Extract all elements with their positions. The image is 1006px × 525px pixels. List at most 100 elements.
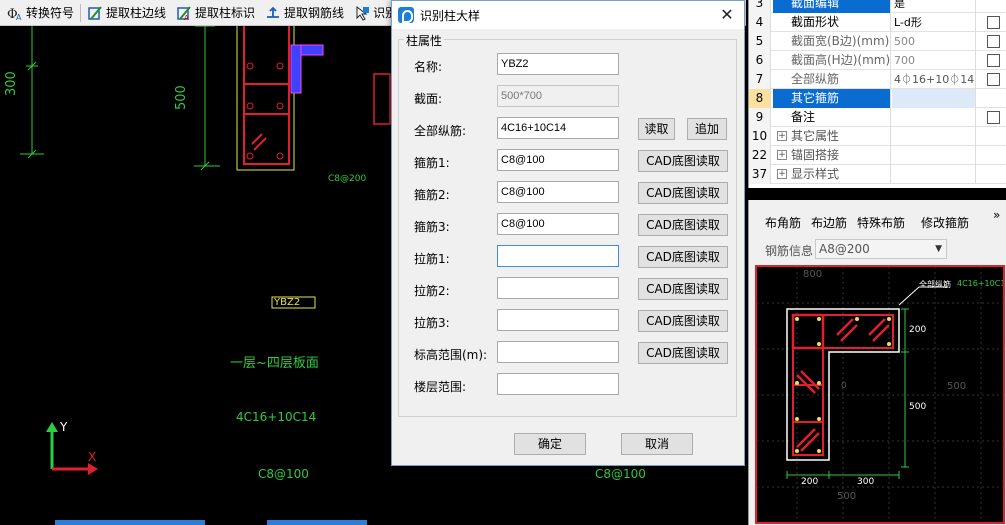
preview-center-zero: 0 [841,381,847,391]
row-number: 6 [749,51,771,70]
property-value[interactable]: 是 [892,0,976,13]
property-group-display[interactable]: 37 + 显示样式 [749,165,1006,184]
property-value[interactable]: 4⏀16+10⏀14 [892,70,976,89]
property-row-6[interactable]: 6 截面高(H边)(mm) 700 [749,51,1006,70]
append-button[interactable]: 追加 [687,118,727,140]
tie1-cad-read-button[interactable]: CAD底图读取 [638,246,728,268]
property-row-7[interactable]: 7 全部纵筋 4⏀16+10⏀14 [749,70,1006,89]
stirrup1-input[interactable]: C8@100 [497,149,619,171]
property-grid: 3 截面编辑 是 4 截面形状 L-d形 5 截面宽(B边)(mm) 500 6… [748,0,1006,188]
close-icon[interactable]: ✕ [718,6,736,24]
read-button[interactable]: 读取 [638,118,675,140]
preview-dim-200-right: 200 [909,325,927,335]
dialog-titlebar[interactable]: 识别柱大样 ✕ [392,1,744,29]
recognize-column-dialog: 识别柱大样 ✕ 柱属性 名称: YBZ2 截面: 500*700 全部纵筋: 4… [391,0,745,466]
row-number: 10 [749,127,771,146]
tie2-cad-read-button[interactable]: CAD底图读取 [638,278,728,300]
tie2-input[interactable] [497,277,619,299]
stirrup1-cad-read-button[interactable]: CAD底图读取 [638,150,728,172]
property-name: 截面形状 [773,13,891,32]
tab-corner-rebar[interactable]: 布角筋 [765,214,801,231]
rebar-info-label: 钢筋信息 [765,244,814,258]
tie3-input[interactable] [497,309,619,331]
expand-icon[interactable]: + [777,169,787,179]
rebar-info-value: A8@200 [819,242,870,256]
property-name: 截面高(H边)(mm) [773,51,891,70]
stirrup2-cad-read-button[interactable]: CAD底图读取 [638,182,728,204]
toolbar-separator [80,3,82,22]
stirrup3-input[interactable]: C8@100 [497,213,619,235]
row-number: 37 [749,165,771,184]
property-value[interactable]: 700 [892,51,976,70]
property-name: + 显示样式 [773,165,891,184]
property-row-8[interactable]: 8 其它箍筋 [749,89,1006,108]
property-group-other[interactable]: 10 + 其它属性 [749,127,1006,146]
stirrup3-cad-read-button[interactable]: CAD底图读取 [638,214,728,236]
property-value[interactable] [892,108,976,127]
property-row-4[interactable]: 4 截面形状 L-d形 [749,13,1006,32]
stirrup-c8-200-text: C8@200 [328,174,367,184]
property-value [892,127,976,146]
property-value[interactable]: L-d形 [892,13,976,32]
property-value[interactable]: 500 [892,32,976,51]
section-preview-canvas[interactable]: 800 全部纵筋 4C16+10C14 200 500 500 0 200 30… [755,265,1005,524]
preview-all-rebar-label: 全部纵筋 [919,280,951,289]
elevation-cad-read-button[interactable]: CAD底图读取 [638,342,728,364]
floor-range-text: 一层~四层板面 [230,356,319,371]
tie1-input[interactable] [497,245,619,267]
name-input[interactable]: YBZ2 [497,53,619,75]
extract-column-label-label: 提取柱标识 [195,6,256,20]
property-row-5[interactable]: 5 截面宽(B边)(mm) 500 [749,32,1006,51]
floor-range-label: 楼层范围: [414,380,467,394]
tab-edge-rebar[interactable]: 布边筋 [811,214,847,231]
all-long-rebar-input[interactable]: 4C16+10C14 [497,117,619,139]
tie3-cad-read-button[interactable]: CAD底图读取 [638,310,728,332]
section-input[interactable]: 500*700 [497,85,619,107]
property-checkbox[interactable] [987,16,1000,29]
stirrup-c8-100-left-text: C8@100 [258,467,309,481]
convert-symbol-button[interactable]: ΦA 转换符号 [2,2,79,24]
convert-symbol-icon: ΦA [7,5,23,22]
expand-icon[interactable]: + [777,150,787,160]
more-tabs-icon[interactable]: » [993,208,1000,222]
property-checkbox[interactable] [987,35,1000,48]
bottom-tab-1[interactable] [55,520,205,525]
cancel-button[interactable]: 取消 [621,433,693,455]
property-checkbox[interactable] [987,54,1000,67]
extract-column-edge-button[interactable]: 提取柱边线 [82,2,171,24]
property-checkbox[interactable] [987,111,1000,124]
property-row-3[interactable]: 3 截面编辑 是 [749,0,1006,13]
chevron-down-icon: ▼ [935,244,942,254]
property-row-9[interactable]: 9 备注 [749,108,1006,127]
extract-rebar-line-label: 提取钢筋线 [284,6,345,20]
property-group-anchorage[interactable]: 22 + 锚固搭接 [749,146,1006,165]
axis-y-label: Y [60,420,68,434]
tab-special-rebar[interactable]: 特殊布筋 [857,214,905,231]
property-checkbox[interactable] [987,73,1000,86]
extract-column-label-button[interactable]: A 提取柱标识 [171,2,260,24]
dimension-500-text: 500 [174,85,189,110]
stirrup2-input[interactable]: C8@100 [497,181,619,203]
property-value [892,146,976,165]
property-name: 截面编辑 [773,0,891,13]
property-value[interactable] [892,89,976,108]
preview-rebar-code: 4C16+10C14 [957,279,1005,288]
property-name: 全部纵筋 [773,70,891,89]
tab-modify-stirrup[interactable]: 修改箍筋 [921,214,969,231]
dialog-title: 识别柱大样 [420,8,481,23]
expand-icon[interactable]: + [777,131,787,141]
preview-dim-200-bottom: 200 [801,477,819,487]
stirrup1-label: 箍筋1: [414,156,450,170]
group-name: 显示样式 [791,167,840,181]
row-number: 9 [749,108,771,127]
rebar-editor-panel: 布角筋 布边筋 特殊布筋 修改箍筋 » 钢筋信息 A8@200 ▼ 800 全部… [748,200,1006,525]
elevation-range-input[interactable] [497,341,619,363]
ok-button[interactable]: 确定 [514,433,586,455]
svg-text:A: A [16,13,22,21]
extract-rebar-line-button[interactable]: 提取钢筋线 [260,2,349,24]
preview-top-dim: 800 [803,269,823,280]
floor-range-input[interactable] [497,373,619,395]
dimension-300-text: 300 [4,71,19,96]
bottom-tab-2[interactable] [267,520,367,525]
rebar-info-select[interactable]: A8@200 ▼ [815,239,947,259]
